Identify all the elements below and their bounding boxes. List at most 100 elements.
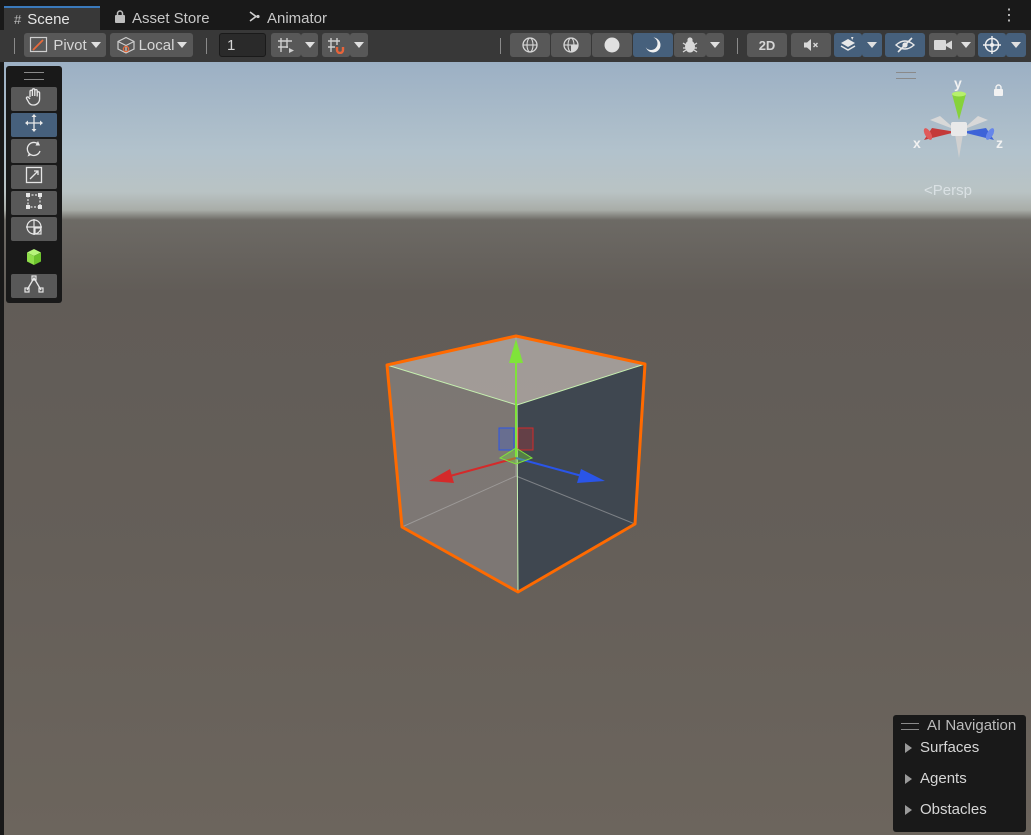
wireframe-shading-button[interactable] [510, 33, 550, 57]
expand-arrow-icon [905, 742, 912, 753]
tools-overlay [6, 66, 62, 303]
rotate-icon [24, 139, 44, 164]
eye-slash-icon [894, 37, 916, 53]
grid-snap-value: 1 [227, 36, 236, 54]
magnet-grid-icon [326, 36, 346, 54]
tab-scene[interactable]: # Scene [4, 6, 100, 30]
rect-transform-icon [24, 191, 44, 216]
hand-tool-button[interactable] [11, 87, 57, 111]
moon-icon [644, 36, 662, 54]
rotate-tool-button[interactable] [11, 139, 57, 163]
snap-increment-button[interactable] [322, 33, 350, 57]
ai-nav-item-agents[interactable]: Agents [905, 770, 967, 787]
solid-sphere-icon [603, 36, 621, 54]
gizmos-dropdown[interactable] [1006, 33, 1026, 57]
ai-nav-item-label: Agents [920, 770, 967, 787]
gizmo-globe-icon [982, 35, 1002, 55]
scene-effects-button[interactable] [834, 33, 862, 57]
tab-label: Scene [27, 10, 70, 28]
animator-icon [248, 10, 261, 27]
grid-visibility-button[interactable] [271, 33, 301, 57]
axis-x-label: x [913, 135, 921, 151]
probe-icon [24, 274, 44, 299]
camera-icon [933, 38, 953, 52]
ai-nav-item-surfaces[interactable]: Surfaces [905, 739, 979, 756]
probe-tool-button[interactable] [11, 274, 57, 298]
wireframe-sphere-icon [521, 36, 539, 54]
camera-settings-button[interactable] [929, 33, 957, 57]
tab-asset-store[interactable]: Asset Store [104, 6, 230, 30]
chevron-left-icon: < [924, 182, 933, 199]
lock-bag-icon [114, 9, 126, 27]
toolbar-grip[interactable] [206, 38, 207, 54]
bug-icon [680, 35, 700, 55]
grid-snap-input[interactable]: 1 [219, 33, 266, 57]
overlay-drag-handle[interactable] [24, 72, 44, 80]
local-label: Local [138, 36, 175, 54]
custom-tool-button[interactable] [11, 247, 57, 271]
move-tool-button[interactable] [11, 113, 57, 137]
tab-label: Asset Store [132, 9, 210, 27]
pivot-label: Pivot [53, 36, 87, 54]
grid-visibility-dropdown[interactable] [301, 33, 318, 57]
toolbar-grip[interactable] [14, 38, 15, 54]
toggle-2d-label: 2D [758, 37, 776, 53]
toolbar-grip[interactable] [500, 38, 501, 54]
projection-toggle[interactable]: <Persp [924, 182, 972, 199]
unlit-shading-button[interactable] [633, 33, 673, 57]
transform-tool-button[interactable] [11, 217, 57, 241]
shaded-button[interactable] [592, 33, 632, 57]
tab-label: Animator [267, 9, 328, 27]
ai-nav-item-label: Surfaces [920, 739, 980, 756]
chevron-down-icon [354, 42, 364, 48]
debug-draw-mode-dropdown[interactable] [706, 33, 724, 57]
scene-canvas[interactable] [4, 62, 1031, 835]
gizmo-plane-zy [517, 427, 534, 451]
axis-z-label: z [996, 135, 1003, 151]
ai-navigation-title: AI Navigation [927, 717, 1017, 734]
projection-label: Persp [932, 182, 972, 199]
green-cube-icon [24, 247, 44, 272]
shaded-wireframe-button[interactable] [551, 33, 591, 57]
tab-bar: # Scene Asset Store Animator ⋮ [0, 0, 1031, 30]
debug-draw-mode-button[interactable] [674, 33, 706, 57]
layers-icon [839, 36, 857, 54]
chevron-down-icon [1011, 42, 1021, 48]
axis-y-label: y [954, 75, 962, 91]
ai-nav-item-obstacles[interactable]: Obstacles [905, 801, 987, 818]
scene-viewport[interactable] [4, 62, 1031, 835]
gizmos-button[interactable] [978, 33, 1006, 57]
chevron-down-icon [710, 42, 720, 48]
scene-toolbar: Pivot Local 1 2D [0, 30, 1031, 62]
local-dropdown[interactable]: Local [110, 33, 193, 57]
toolbar-grip[interactable] [737, 38, 738, 54]
ai-nav-item-label: Obstacles [920, 801, 987, 818]
hand-icon [24, 87, 44, 112]
chevron-down-icon [177, 42, 188, 48]
scene-effects-dropdown[interactable] [862, 33, 882, 57]
grid-snap-icon [276, 36, 296, 54]
ai-navigation-overlay: AI Navigation Surfaces Agents Obstacles [893, 715, 1026, 832]
move-arrows-icon [24, 113, 44, 138]
toggle-2d-button[interactable]: 2D [747, 33, 787, 57]
pivot-icon [29, 36, 49, 54]
rect-tool-button[interactable] [11, 191, 57, 215]
snap-increment-dropdown[interactable] [350, 33, 368, 57]
local-cube-icon [116, 36, 136, 54]
expand-arrow-icon [905, 773, 912, 784]
pivot-dropdown[interactable]: Pivot [24, 33, 106, 57]
transform-icon [24, 217, 44, 242]
scale-icon [24, 165, 44, 190]
more-options-icon[interactable]: ⋮ [1001, 8, 1017, 24]
chevron-down-icon [961, 42, 971, 48]
chevron-down-icon [867, 42, 877, 48]
chevron-down-icon [90, 42, 101, 48]
scale-tool-button[interactable] [11, 165, 57, 189]
camera-settings-dropdown[interactable] [957, 33, 975, 57]
audio-toggle-button[interactable] [791, 33, 831, 57]
gizmo-plane-xy [498, 427, 515, 451]
overlay-drag-handle[interactable] [901, 723, 919, 730]
scene-visibility-button[interactable] [885, 33, 925, 57]
shaded-wire-sphere-icon [562, 36, 580, 54]
tab-animator[interactable]: Animator [238, 6, 348, 30]
